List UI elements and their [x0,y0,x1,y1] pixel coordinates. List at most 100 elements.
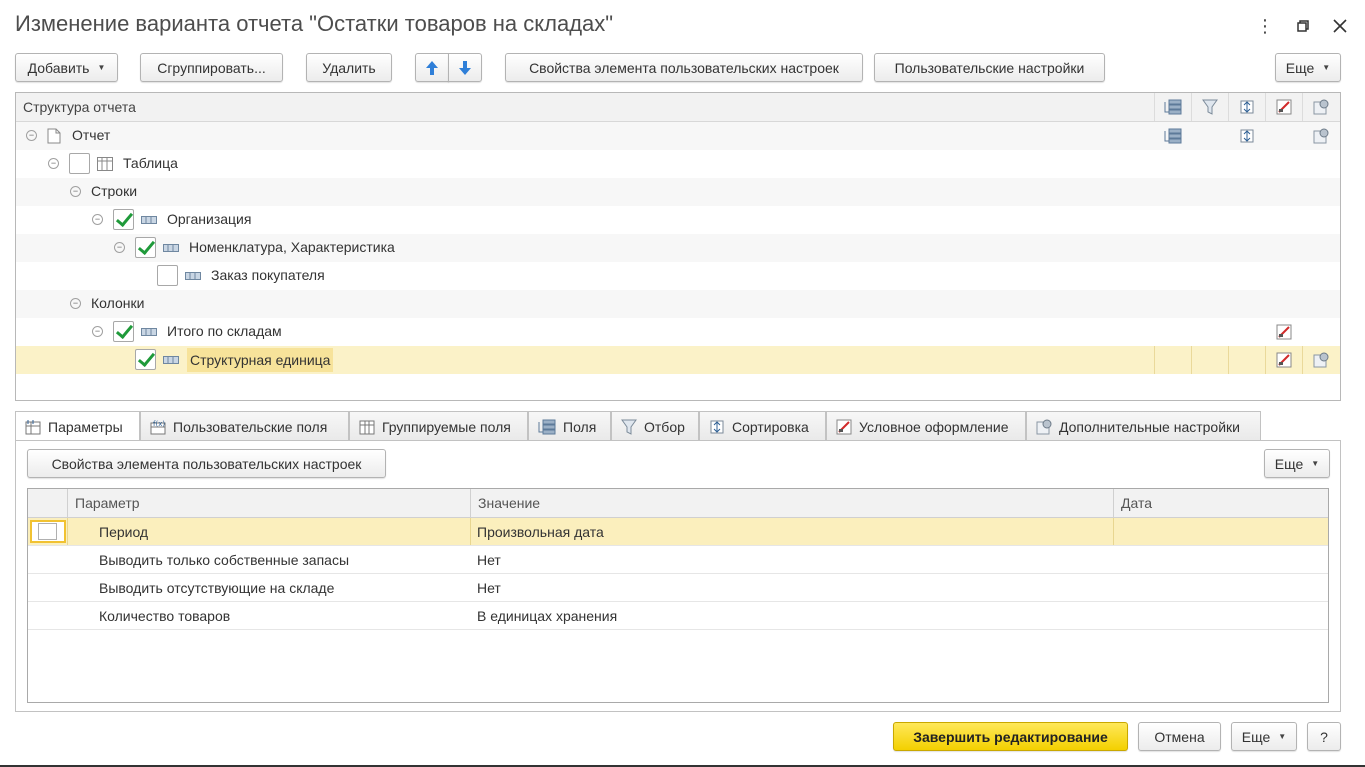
report-structure-tree[interactable]: Структура отчета − Отчет − Таблица − Стр… [15,92,1341,401]
row-checkbox-focused[interactable] [30,520,66,543]
grouping-icon [163,356,179,364]
collapse-icon[interactable]: − [48,158,59,169]
more-button-label: Еще [1274,455,1304,472]
column-header-parameter[interactable]: Параметр [67,489,470,518]
finish-editing-button[interactable]: Завершить редактирование [893,722,1128,751]
param-value[interactable]: Произвольная дата [477,524,604,540]
column-header-date[interactable]: Дата [1113,489,1328,518]
tab-grouped-fields[interactable]: Группируемые поля [349,411,528,441]
table-icon [97,157,113,171]
tab-conditional-format[interactable]: Условное оформление [826,411,1026,441]
tree-node-label: Колонки [91,295,145,311]
collapse-icon[interactable]: − [92,214,103,225]
tree-row-structural-unit[interactable]: Структурная единица [16,346,1340,374]
param-name: Количество товаров [99,608,231,624]
sort-icon[interactable] [1228,122,1265,150]
restore-icon[interactable] [1291,14,1315,38]
sort-icon[interactable] [1228,93,1265,121]
grouping-icon [163,244,179,252]
tree-row-customer-order[interactable]: Заказ покупателя [16,262,1340,290]
table-row[interactable]: Количество товаров В единицах хранения [28,602,1328,630]
checkbox-checked[interactable] [135,237,156,258]
tab-label: Параметры [48,419,123,435]
conditional-format-icon[interactable] [1265,93,1302,121]
cancel-button[interactable]: Отмена [1138,722,1221,751]
table-header: Параметр Значение Дата [28,489,1328,518]
tree-row-report[interactable]: − Отчет [16,122,1340,150]
conditional-format-icon[interactable] [1265,318,1302,346]
tab-custom-fields[interactable]: f(x) Пользовательские поля [140,411,349,441]
collapse-icon[interactable]: − [114,242,125,253]
fields-icon [538,419,556,435]
close-icon[interactable] [1328,14,1352,38]
checkbox[interactable] [69,153,90,174]
tab-filter[interactable]: Отбор [611,411,699,441]
tree-row-warehouse-total[interactable]: − Итого по складам [16,318,1340,346]
tab-parameters[interactable]: Параметры [15,411,140,442]
tree-header: Структура отчета [16,93,1340,122]
delete-button[interactable]: Удалить [306,53,392,82]
fields-icon[interactable] [1154,122,1191,150]
move-up-button[interactable] [415,53,449,82]
column-header-value[interactable]: Значение [470,489,1113,518]
tab-label: Отбор [644,418,685,435]
tree-row-columns[interactable]: − Колонки [16,290,1340,318]
move-down-button[interactable] [448,53,482,82]
tree-node-label: Организация [167,211,252,227]
tree-row-table[interactable]: − Таблица [16,150,1340,178]
tab-label: Условное оформление [859,418,1009,435]
tree-node-label: Номенклатура, Характеристика [189,239,395,255]
arrow-down-icon [459,60,471,75]
more-button[interactable]: Еще ▼ [1231,722,1297,751]
collapse-icon[interactable]: − [70,298,81,309]
item-properties-button[interactable]: Свойства элемента пользовательских настр… [505,53,863,82]
extra-settings-icon[interactable] [1302,346,1339,374]
tab-label: Группируемые поля [382,418,511,435]
checkbox[interactable] [157,265,178,286]
checkbox-checked[interactable] [113,321,134,342]
collapse-icon[interactable]: − [26,130,37,141]
tree-node-label: Заказ покупателя [211,267,325,283]
more-button[interactable]: Еще ▼ [1264,449,1330,478]
tree-node-label: Структурная единица [187,348,334,372]
param-value[interactable]: В единицах хранения [477,608,617,624]
tab-fields[interactable]: Поля [528,411,611,441]
help-button[interactable]: ? [1307,722,1341,751]
collapse-icon[interactable]: − [92,326,103,337]
param-value[interactable]: Нет [477,552,501,568]
add-button[interactable]: Добавить ▼ [15,53,118,82]
user-settings-button[interactable]: Пользовательские настройки [874,53,1105,82]
table-row[interactable]: Выводить отсутствующие на складе Нет [28,574,1328,602]
group-button[interactable]: Сгруппировать... [140,53,283,82]
filter-icon[interactable] [1191,93,1228,121]
tree-row-nomenclature[interactable]: − Номенклатура, Характеристика [16,234,1340,262]
params-icon [25,419,41,435]
table-row[interactable]: Период Произвольная дата [28,518,1328,546]
checkbox-checked[interactable] [135,349,156,370]
dropdown-caret-icon: ▼ [1278,732,1287,741]
grouping-icon [185,272,201,280]
collapse-icon[interactable]: − [70,186,81,197]
dropdown-caret-icon: ▼ [97,63,106,72]
tree-row-organization[interactable]: − Организация [16,206,1340,234]
more-button[interactable]: Еще ▼ [1275,53,1341,82]
conditional-format-icon[interactable] [1265,346,1302,374]
tab-sorting[interactable]: Сортировка [699,411,826,441]
extra-settings-icon[interactable] [1302,93,1339,121]
fields-icon[interactable] [1154,93,1191,121]
more-button-label: Еще [1285,59,1315,76]
document-icon [47,128,61,144]
item-properties-button[interactable]: Свойства элемента пользовательских настр… [27,449,386,478]
param-value[interactable]: Нет [477,580,501,596]
parameters-table[interactable]: Параметр Значение Дата Период Произвольн… [27,488,1329,703]
tree-row-rows[interactable]: − Строки [16,178,1340,206]
add-button-label: Добавить [27,59,90,76]
grouping-icon [141,216,157,224]
tab-label: Дополнительные настройки [1059,418,1240,435]
tab-extra-settings[interactable]: Дополнительные настройки [1026,411,1261,441]
table-row[interactable]: Выводить только собственные запасы Нет [28,546,1328,574]
extra-settings-icon[interactable] [1302,122,1339,150]
tab-label: Поля [563,418,597,435]
more-vert-icon[interactable]: ⋮ [1253,14,1277,38]
checkbox-checked[interactable] [113,209,134,230]
